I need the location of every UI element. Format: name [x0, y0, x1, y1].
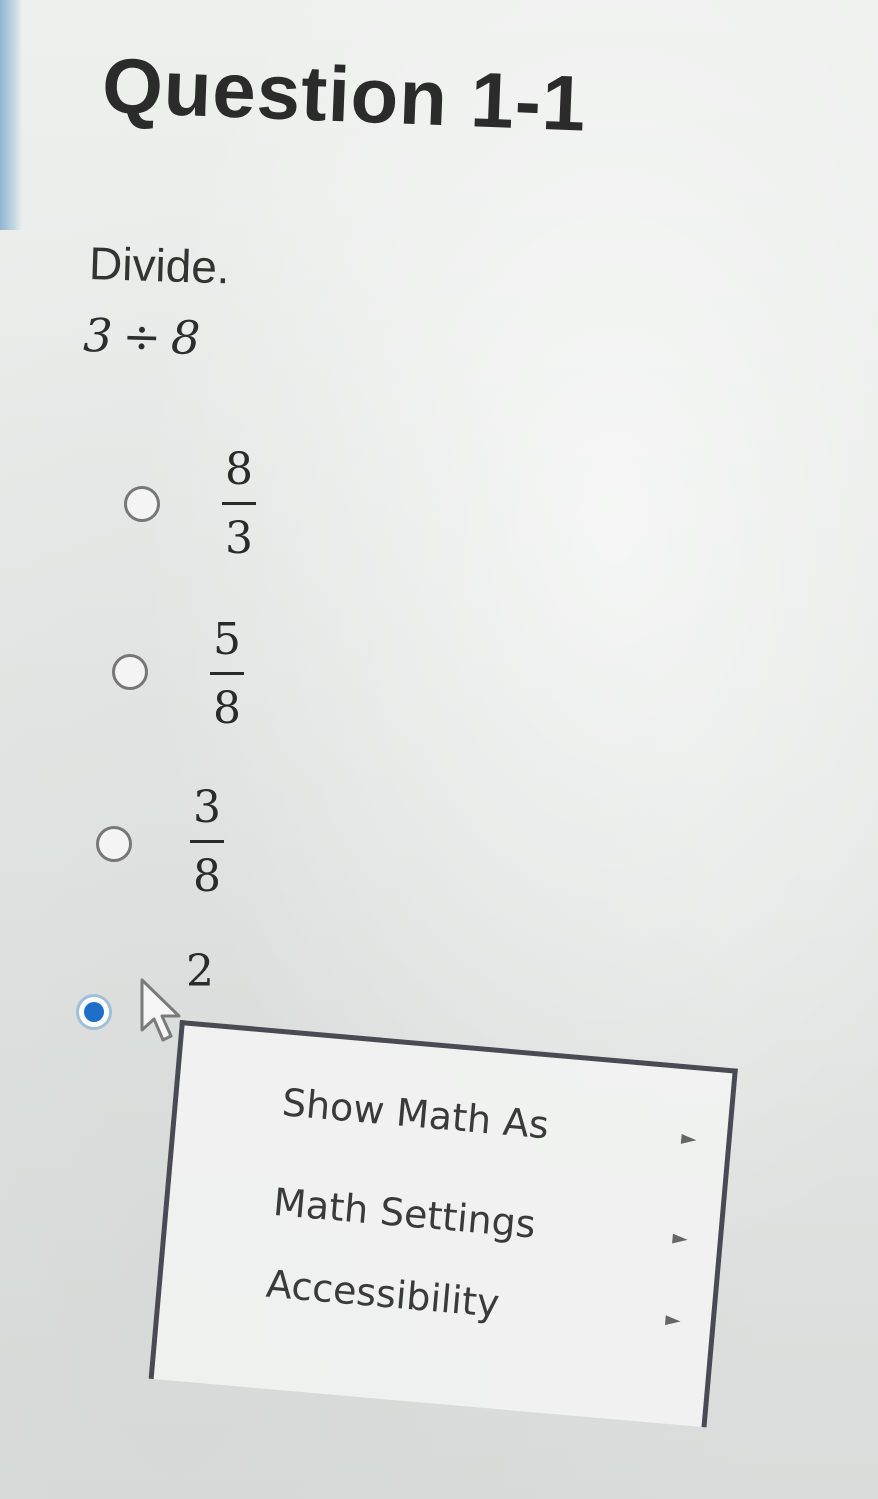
option-4-radio[interactable]: [76, 994, 112, 1030]
menu-item-label: Show Math As: [280, 1080, 551, 1148]
fraction-bar: [222, 502, 256, 505]
chevron-right-icon: ►: [671, 1224, 689, 1251]
option-3-fraction[interactable]: 3 8: [190, 786, 224, 899]
window-edge: [0, 0, 22, 230]
menu-item-label: Accessibility: [264, 1261, 502, 1326]
chevron-right-icon: ►: [680, 1125, 698, 1151]
math-context-menu: Show Math As ► Math Settings ► Accessibi…: [148, 1020, 738, 1428]
menu-item-math-settings[interactable]: Math Settings ►: [271, 1174, 704, 1267]
option-1-denominator: 3: [225, 513, 253, 564]
divisor: 8: [170, 310, 202, 366]
option-2-fraction[interactable]: 5 8: [210, 618, 244, 731]
fraction-bar: [190, 840, 224, 843]
option-1-numerator: 8: [225, 444, 253, 495]
option-1-fraction[interactable]: 8 3: [222, 448, 256, 561]
divide-operator: ÷: [121, 309, 162, 365]
option-2-radio[interactable]: [112, 654, 148, 690]
option-3-denominator: 8: [193, 851, 221, 902]
dividend: 3: [82, 308, 114, 363]
option-2-denominator: 8: [213, 683, 241, 734]
option-3-radio[interactable]: [96, 826, 132, 862]
option-3-numerator: 3: [193, 782, 221, 833]
chevron-right-icon: ►: [664, 1306, 682, 1332]
option-1-radio[interactable]: [124, 486, 160, 522]
question-instruction: Divide.: [88, 236, 231, 294]
page-title: Question 1-1: [100, 40, 589, 148]
fraction-bar: [210, 672, 244, 675]
menu-item-accessibility[interactable]: Accessibility ►: [264, 1256, 697, 1349]
division-expression: 3 ÷ 8: [83, 308, 201, 365]
menu-item-label: Math Settings: [271, 1179, 538, 1247]
option-2-numerator: 5: [213, 614, 241, 665]
menu-item-show-math-as[interactable]: Show Math As ►: [280, 1074, 713, 1167]
